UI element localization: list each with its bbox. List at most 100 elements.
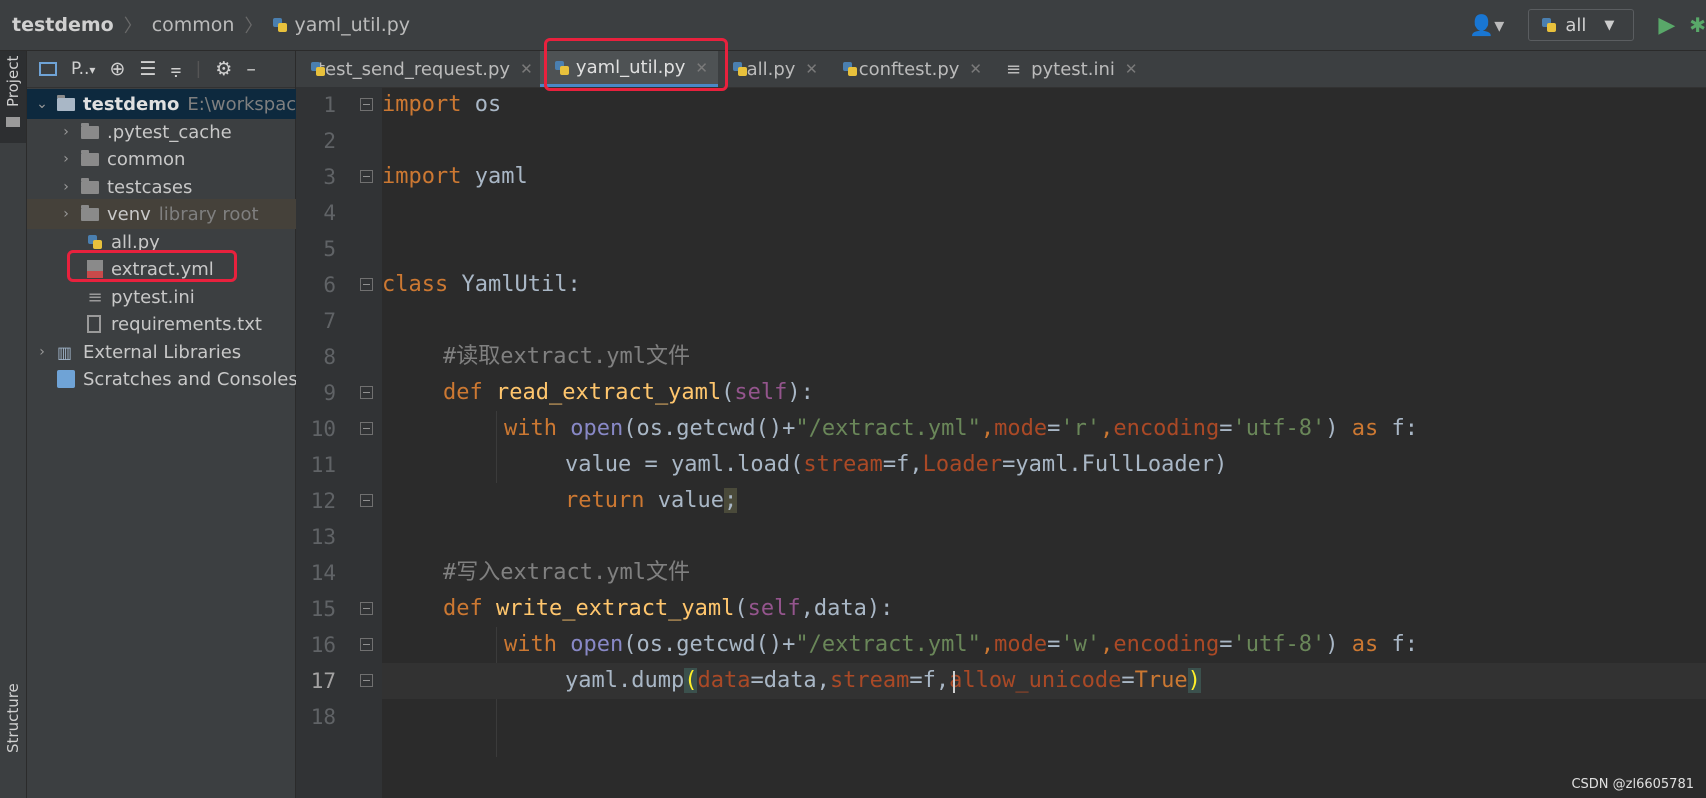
tree-item-label: requirements.txt	[111, 313, 262, 335]
chevron-right-icon[interactable]: ›	[59, 179, 73, 195]
text-file-icon: ≡	[87, 286, 103, 308]
scratch-icon	[57, 370, 75, 388]
breadcrumb-folder[interactable]: common	[152, 14, 235, 36]
chevron-right-icon[interactable]: ›	[59, 124, 73, 140]
fold-marker-icon[interactable]	[360, 638, 373, 651]
project-panel-toolbar: P..▾ ⊕ ☰ ⩦ | ⚙ –	[27, 51, 295, 88]
highlight-box-extract-yml	[67, 250, 237, 282]
fold-marker-icon[interactable]	[360, 674, 373, 687]
close-icon[interactable]: ✕	[520, 60, 533, 78]
project-view-icon	[39, 62, 57, 76]
tab-test-send-request[interactable]: test_send_request.py ✕	[296, 51, 540, 87]
close-icon[interactable]: ✕	[1125, 60, 1138, 78]
project-view-dropdown[interactable]: P..▾	[71, 59, 95, 79]
chevron-down-icon[interactable]: ⌄	[35, 96, 49, 112]
fold-marker-icon[interactable]	[360, 422, 373, 435]
editor-tab-bar: test_send_request.py ✕ yaml_util.py ✕ al…	[296, 51, 1706, 88]
project-panel: P..▾ ⊕ ☰ ⩦ | ⚙ – ⌄ testdemo E:\workspac …	[27, 51, 327, 798]
tree-item-label: External Libraries	[83, 341, 242, 363]
folder-icon	[81, 177, 99, 194]
code-line-9: def read_extract_yaml(self):	[443, 380, 814, 405]
expand-all-icon[interactable]: ☰	[139, 58, 156, 80]
fold-marker-icon[interactable]	[360, 170, 373, 183]
code-editor[interactable]: import os import yaml class YamlUtil: #读…	[382, 87, 1706, 798]
line-number: 9	[323, 381, 336, 405]
text-cursor-icon	[953, 671, 955, 693]
code-line-10: with open(os.getcwd()+"/extract.yml",mod…	[504, 416, 1419, 441]
tree-item-label: venv	[107, 203, 151, 225]
chevron-right-icon[interactable]: ›	[59, 206, 73, 222]
python-file-icon	[732, 61, 747, 77]
line-number-current: 17	[310, 669, 336, 693]
tree-item-common[interactable]: › common	[27, 144, 327, 174]
structure-tool-tab[interactable]: Structure	[0, 683, 26, 791]
code-line-6: class YamlUtil:	[382, 272, 581, 297]
line-number: 14	[310, 561, 336, 585]
tree-item-scratches[interactable]: Scratches and Consoles	[27, 364, 325, 394]
collapse-all-icon[interactable]: ⩦	[170, 58, 181, 80]
user-icon[interactable]: 👤▾	[1469, 13, 1504, 37]
tree-item-label: testdemo	[83, 93, 180, 115]
chevron-down-icon: ▼	[1604, 17, 1615, 33]
breadcrumb-separator-icon: 〉	[244, 16, 263, 37]
line-number: 8	[323, 345, 336, 369]
breadcrumb-project[interactable]: testdemo	[12, 14, 114, 36]
code-line-3: import yaml	[382, 164, 528, 189]
tab-conftest[interactable]: conftest.py ✕	[828, 51, 992, 87]
tree-item-venv[interactable]: › venv library root	[27, 199, 327, 229]
tree-item-external-libraries[interactable]: › ▥ External Libraries	[27, 337, 303, 367]
debug-icon[interactable]: ✱	[1689, 13, 1706, 37]
close-icon[interactable]: ✕	[969, 60, 982, 78]
code-line-11: value = yaml.load(stream=f,Loader=yaml.F…	[565, 452, 1228, 477]
line-number: 3	[323, 165, 336, 189]
text-file-icon	[87, 315, 101, 333]
project-tool-tab-label: Project	[4, 55, 22, 107]
fold-marker-icon[interactable]	[360, 386, 373, 399]
line-number: 1	[323, 93, 336, 117]
navigation-bar: testdemo 〉 common 〉 yaml_util.py 👤▾ all …	[0, 0, 1706, 51]
tree-item-label: Scratches and Consoles	[83, 368, 298, 390]
locate-icon[interactable]: ⊕	[109, 58, 125, 80]
code-line-15: def write_extract_yaml(self,data):	[443, 596, 894, 621]
breadcrumb-file[interactable]: yaml_util.py	[294, 14, 410, 36]
fold-marker-icon[interactable]	[360, 494, 373, 507]
tree-item-testcases[interactable]: › testcases	[27, 172, 327, 202]
minimize-icon[interactable]: –	[246, 58, 256, 80]
tree-item-testdemo[interactable]: ⌄ testdemo E:\workspac	[27, 89, 303, 119]
tab-pytest-ini[interactable]: ≡ pytest.ini ✕	[992, 51, 1137, 87]
chevron-right-icon[interactable]: ›	[35, 344, 49, 360]
tab-all-py[interactable]: all.py ✕	[718, 51, 828, 87]
line-number: 4	[323, 201, 336, 225]
tree-item-label: pytest.ini	[111, 286, 195, 308]
editor-area: test_send_request.py ✕ yaml_util.py ✕ al…	[296, 38, 1706, 798]
folder-icon	[81, 122, 99, 139]
fold-marker-icon[interactable]	[360, 602, 373, 615]
run-configuration-dropdown[interactable]: all ▼	[1528, 9, 1635, 41]
code-line-8: #读取extract.yml文件	[443, 344, 690, 369]
folder-icon	[57, 94, 75, 111]
tab-label: test_send_request.py	[318, 58, 511, 80]
left-tool-strip: Project Structure	[0, 51, 27, 798]
fold-marker-icon[interactable]	[360, 98, 373, 111]
run-icon[interactable]: ▶	[1658, 13, 1675, 38]
run-configuration-label: all	[1565, 14, 1587, 36]
tab-label: conftest.py	[858, 58, 960, 80]
python-file-icon	[272, 17, 288, 33]
line-number: 15	[310, 597, 336, 621]
line-number: 12	[310, 489, 336, 513]
folder-icon	[6, 117, 20, 127]
close-icon[interactable]: ✕	[805, 60, 818, 78]
gear-icon[interactable]: ⚙	[215, 58, 232, 80]
code-line-14: #写入extract.yml文件	[443, 560, 690, 585]
breadcrumb: testdemo 〉 common 〉 yaml_util.py	[12, 12, 410, 38]
line-number: 5	[323, 237, 336, 261]
python-icon	[1541, 17, 1557, 33]
tree-item-pytest-cache[interactable]: › .pytest_cache	[27, 117, 327, 147]
line-number: 6	[323, 273, 336, 297]
chevron-right-icon[interactable]: ›	[59, 151, 73, 167]
library-icon: ▥	[57, 342, 73, 362]
tree-item-label: .pytest_cache	[107, 121, 232, 143]
line-number: 11	[310, 453, 336, 477]
project-tool-tab[interactable]: Project	[0, 51, 26, 143]
fold-marker-icon[interactable]	[360, 278, 373, 291]
